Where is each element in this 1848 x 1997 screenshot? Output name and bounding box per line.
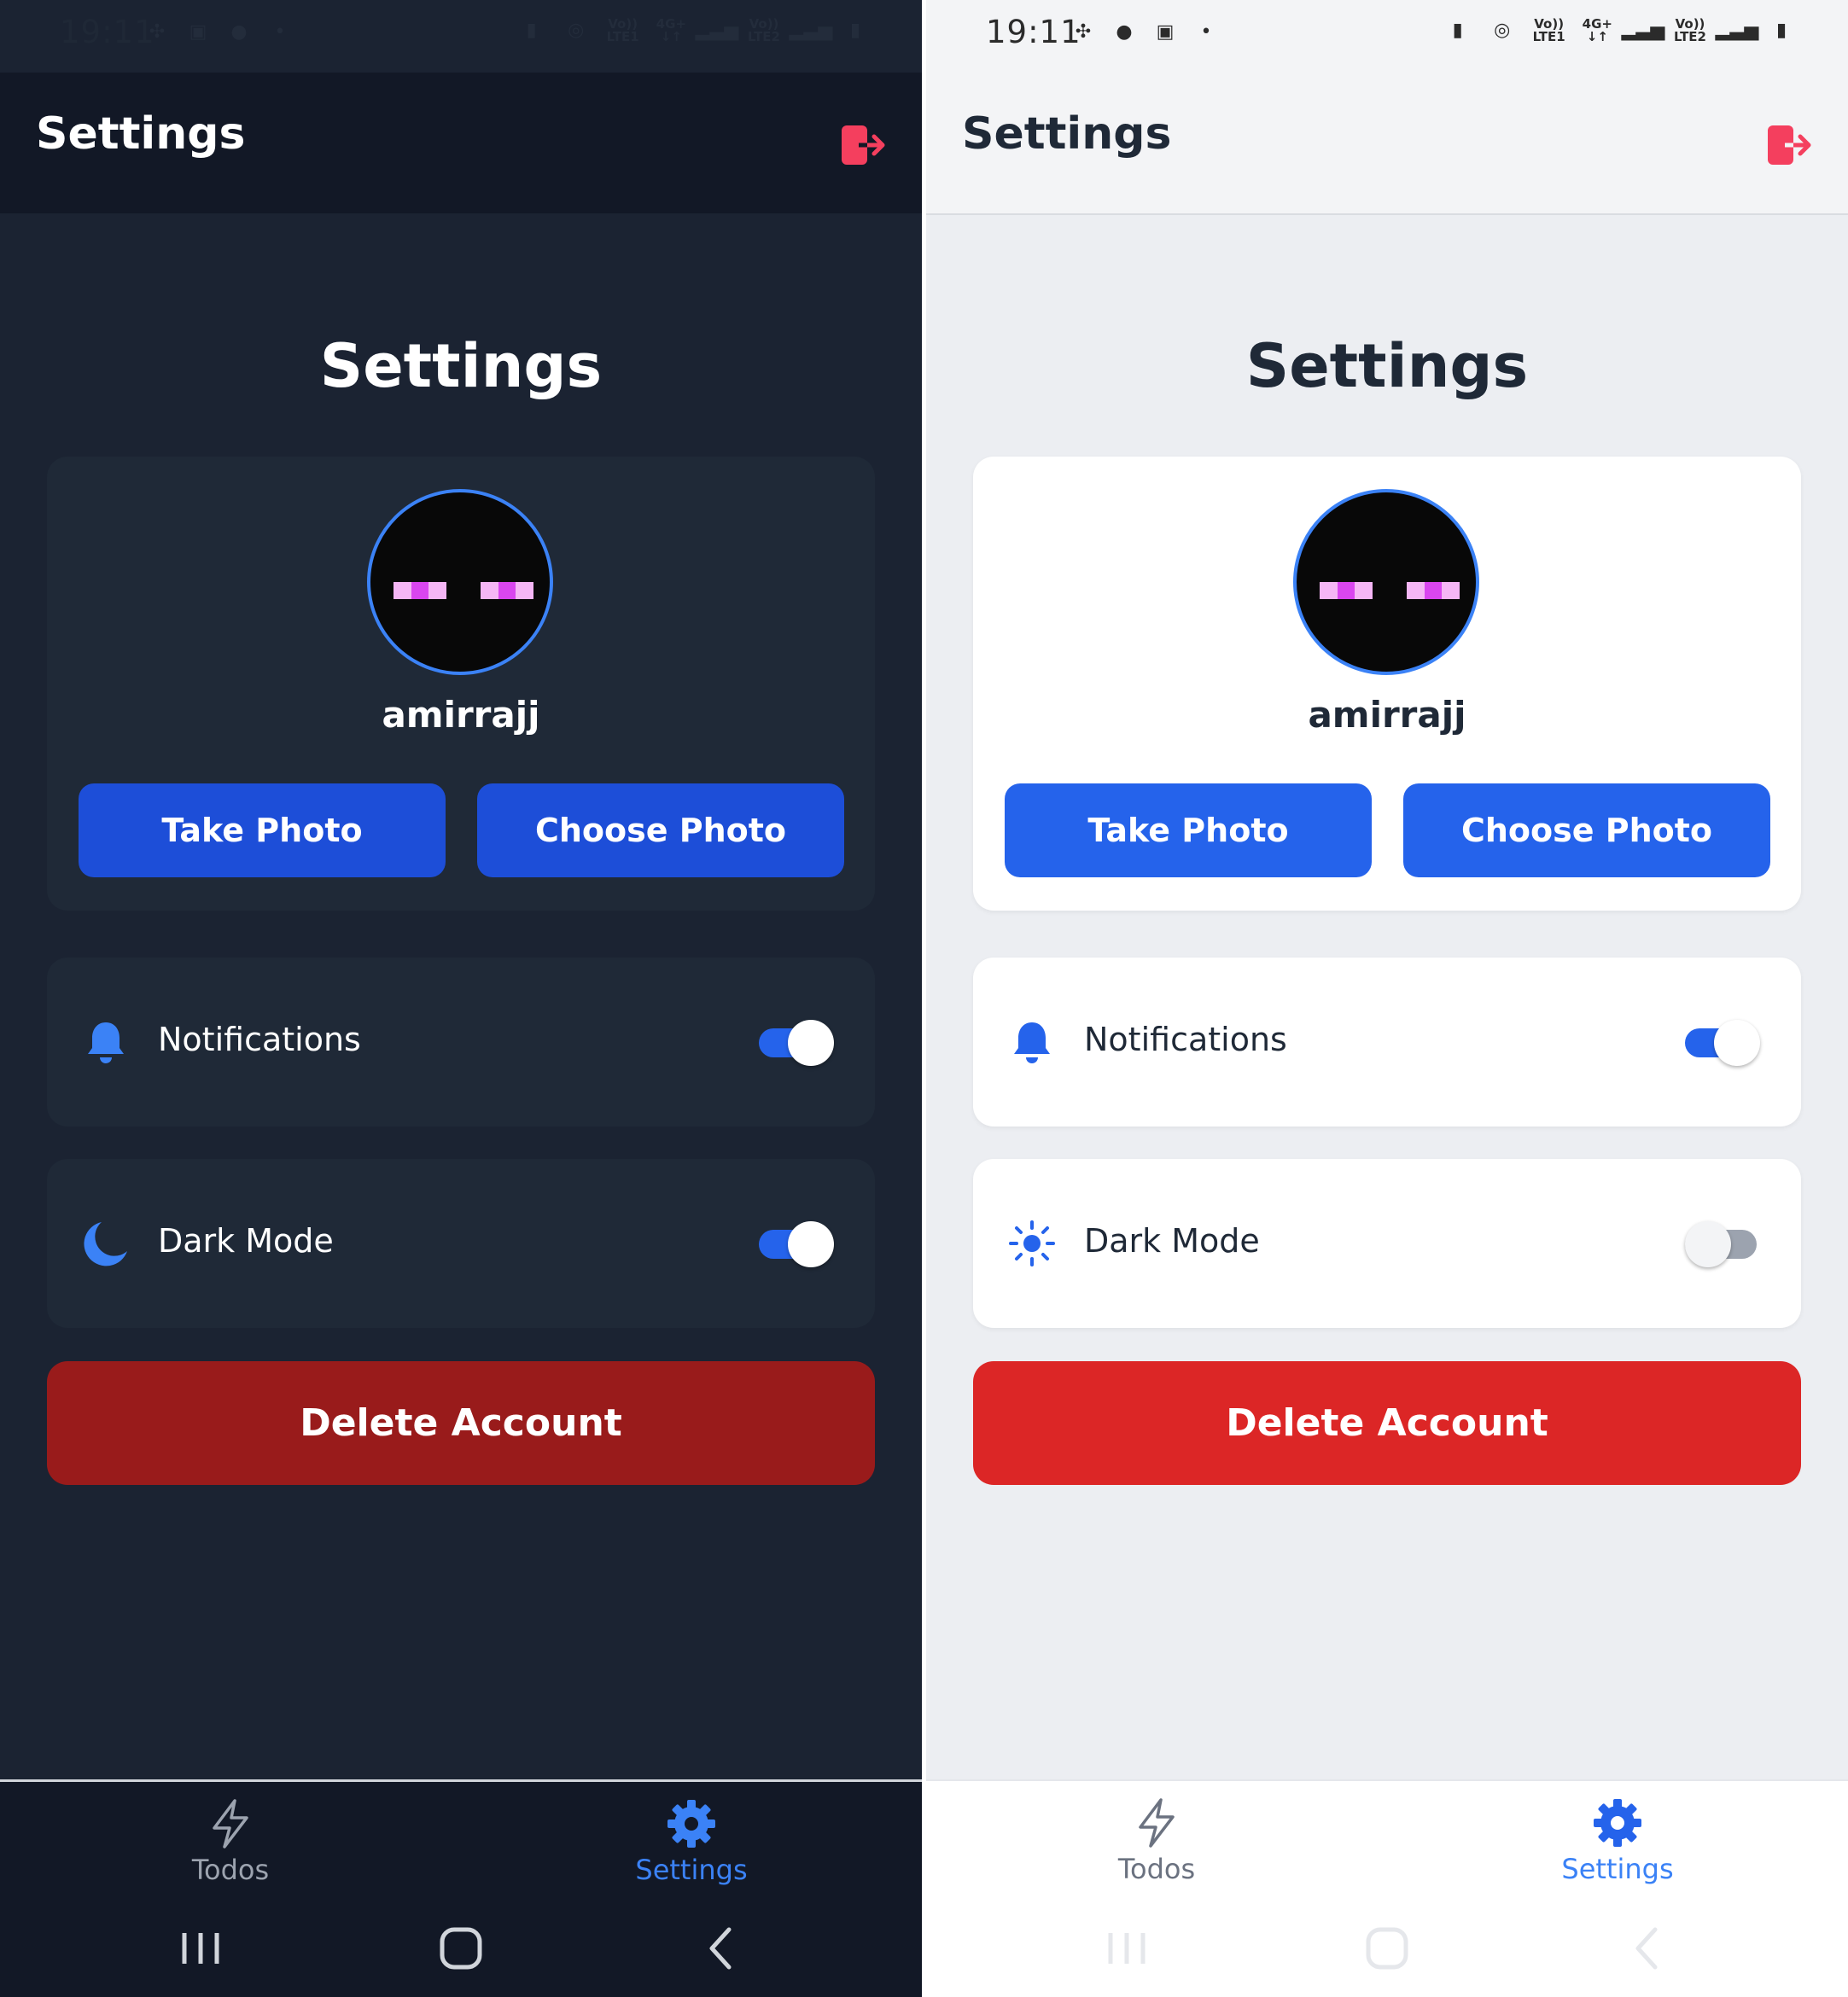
dark-mode-setting: Dark Mode	[47, 1159, 875, 1328]
status-bar: 19:11 ✣ ● ▣ • ▮ ◎ Vo)) LTE1 4G+ ↓↑ ▂▃▅ Vo)…	[926, 0, 1848, 73]
light-theme-screen: 19:11 ✣ ● ▣ • ▮ ◎ Vo)) LTE1 4G+ ↓↑ ▂▃▅ Vo)…	[926, 0, 1848, 1997]
battery-saver-icon: ▮	[1452, 20, 1463, 41]
notifications-toggle[interactable]	[1685, 1020, 1760, 1066]
sim2-volte: Vo)) LTE2	[1674, 16, 1706, 44]
sim1-volte: Vo)) LTE1	[1532, 16, 1565, 44]
delete-account-button[interactable]: Delete Account	[47, 1361, 875, 1485]
bell-icon	[1014, 1022, 1050, 1063]
status-time: 19:11	[986, 14, 1081, 50]
logout-icon[interactable]	[840, 124, 888, 166]
back-icon[interactable]	[1618, 1923, 1677, 1974]
tab-settings-label: Settings	[635, 1854, 748, 1886]
avatar	[1293, 489, 1479, 675]
bottom-tab-bar: Todos Settings	[926, 1779, 1848, 1899]
take-photo-button[interactable]: Take Photo	[1005, 783, 1372, 877]
bolt-icon	[1139, 1798, 1175, 1848]
signal-icon: ▂▃▅	[1621, 20, 1665, 41]
signal-icon: ▂▃▅	[789, 20, 833, 41]
notifications-setting: Notifications	[973, 958, 1801, 1127]
profile-card: amirrajj Take Photo Choose Photo	[973, 457, 1801, 911]
dark-mode-toggle[interactable]	[1685, 1221, 1760, 1267]
page-title: Settings	[319, 331, 603, 401]
gear-icon	[667, 1800, 715, 1848]
profile-card: amirrajj Take Photo Choose Photo	[47, 457, 875, 911]
avatar-eye	[481, 582, 533, 599]
hotspot-icon: ◎	[568, 20, 585, 41]
dark-mode-toggle[interactable]	[759, 1221, 834, 1267]
take-photo-button[interactable]: Take Photo	[79, 783, 446, 877]
username: amirrajj	[1308, 694, 1466, 736]
bell-icon	[88, 1022, 124, 1063]
fan-icon: ✣	[149, 21, 166, 43]
notifications-setting: Notifications	[47, 958, 875, 1127]
username: amirrajj	[382, 694, 540, 736]
data-4g: 4G+ ↓↑	[1582, 16, 1612, 44]
tab-todos-label: Todos	[1117, 1853, 1196, 1885]
fan-icon: ✣	[1075, 21, 1092, 43]
notifications-label: Notifications	[158, 1021, 361, 1058]
moon-icon	[84, 1222, 127, 1266]
battery-icon: ▮	[849, 20, 861, 41]
app-a-icon: ●	[1116, 21, 1133, 43]
gear-icon	[1594, 1799, 1641, 1847]
delete-account-button[interactable]: Delete Account	[973, 1361, 1801, 1485]
dark-mode-label: Dark Mode	[158, 1222, 334, 1260]
logout-icon[interactable]	[1766, 124, 1814, 166]
dark-mode-setting: Dark Mode	[973, 1159, 1801, 1328]
sun-icon	[1009, 1220, 1055, 1266]
recents-icon[interactable]	[171, 1923, 230, 1974]
header-title: Settings	[36, 108, 246, 160]
system-navigation-bar	[926, 1897, 1848, 1997]
settings-content: Settings amirrajj Take Photo Choose Phot…	[0, 213, 922, 1779]
signal-icon: ▂▃▅	[1715, 20, 1759, 41]
settings-content: Settings amirrajj Take Photo Choose Phot…	[926, 213, 1848, 1779]
battery-icon: ▮	[1775, 20, 1787, 41]
signal-icon: ▂▃▅	[695, 20, 739, 41]
page-title: Settings	[1245, 331, 1529, 401]
app-a-icon: ●	[230, 21, 248, 43]
dark-mode-label: Dark Mode	[1084, 1222, 1260, 1260]
dark-theme-screen: 19:11 ✣ ▣ ● • ▮ ◎ Vo)) LTE1 4G+ ↓↑ ▂▃▅ Vo)…	[0, 0, 922, 1997]
dot-icon: •	[274, 21, 286, 43]
choose-photo-button[interactable]: Choose Photo	[477, 783, 844, 877]
tab-settings-label: Settings	[1561, 1853, 1674, 1885]
app-header: Settings	[926, 73, 1848, 215]
back-icon[interactable]	[691, 1923, 751, 1974]
status-bar: 19:11 ✣ ▣ ● • ▮ ◎ Vo)) LTE1 4G+ ↓↑ ▂▃▅ Vo)…	[0, 0, 922, 73]
data-4g: 4G+ ↓↑	[656, 16, 686, 44]
image-icon: ▣	[189, 21, 207, 43]
notifications-label: Notifications	[1084, 1021, 1287, 1058]
avatar-eye	[394, 582, 446, 599]
home-icon[interactable]	[431, 1923, 491, 1974]
tab-todos[interactable]: Todos	[124, 1797, 337, 1895]
avatar-eye	[1407, 582, 1460, 599]
app-header: Settings	[0, 73, 922, 213]
tab-todos-label: Todos	[191, 1854, 270, 1886]
header-title: Settings	[962, 108, 1172, 160]
image-icon: ▣	[1156, 21, 1175, 43]
battery-saver-icon: ▮	[526, 20, 537, 41]
tab-settings[interactable]: Settings	[1511, 1796, 1724, 1895]
sim2-volte: Vo)) LTE2	[748, 16, 780, 44]
sim1-volte: Vo)) LTE1	[606, 16, 639, 44]
notifications-toggle[interactable]	[759, 1020, 834, 1066]
avatar-eye	[1320, 582, 1373, 599]
status-time: 19:11	[60, 14, 155, 50]
avatar	[367, 489, 553, 675]
tab-todos[interactable]: Todos	[1050, 1796, 1263, 1895]
dot-icon: •	[1200, 21, 1212, 43]
recents-icon[interactable]	[1097, 1923, 1157, 1974]
home-icon[interactable]	[1357, 1923, 1417, 1974]
hotspot-icon: ◎	[1494, 20, 1511, 41]
choose-photo-button[interactable]: Choose Photo	[1403, 783, 1770, 877]
bolt-icon	[213, 1799, 248, 1849]
bottom-tab-bar: Todos Settings	[0, 1779, 922, 1900]
tab-settings[interactable]: Settings	[585, 1797, 798, 1895]
system-navigation-bar	[0, 1897, 922, 1997]
